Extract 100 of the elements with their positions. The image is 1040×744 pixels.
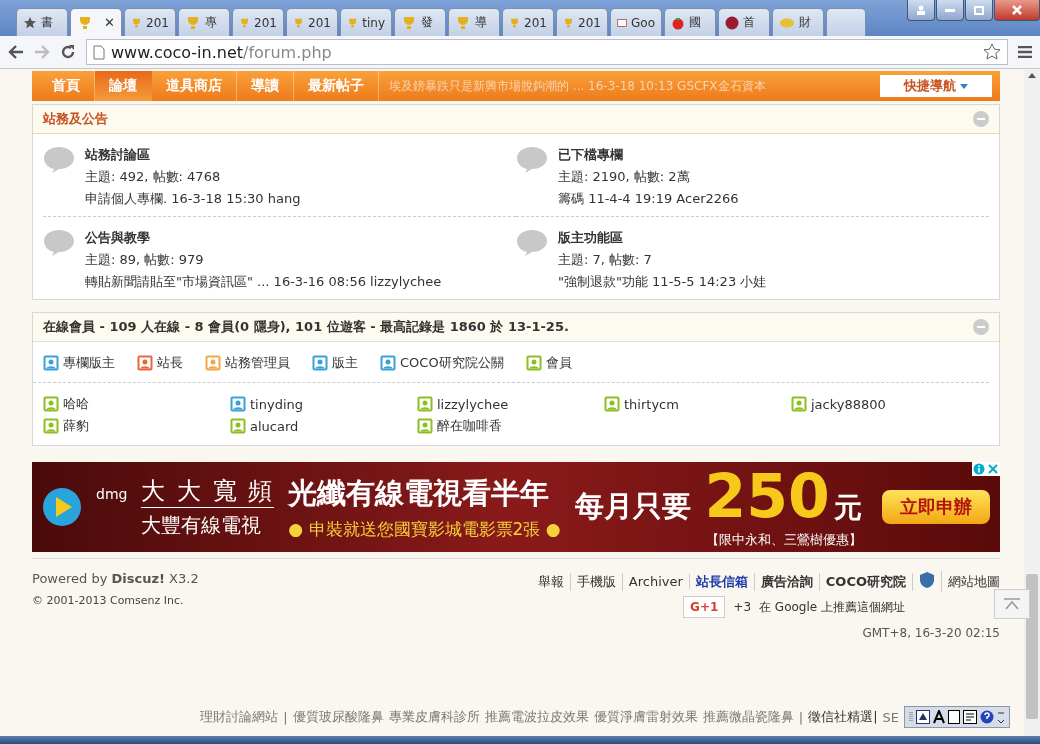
trophy-icon: [185, 15, 201, 30]
footer-link[interactable]: 專業皮膚科診所: [388, 708, 480, 726]
footer-link[interactable]: 手機版: [570, 572, 623, 591]
browser-tab[interactable]: 發: [394, 8, 446, 36]
ad-main-text: 光纖有線電視看半年: [288, 474, 550, 512]
footer-link[interactable]: COCO研究院: [819, 572, 913, 591]
plus-count: +3: [733, 600, 752, 614]
font-icon[interactable]: [933, 710, 945, 724]
back-icon[interactable]: [8, 45, 24, 59]
browser-tab[interactable]: 201: [502, 8, 554, 36]
reload-icon[interactable]: [60, 44, 76, 60]
scroll-up-icon[interactable]: [1028, 73, 1036, 78]
footer-link[interactable]: 站長信箱: [689, 572, 755, 591]
browser-tab[interactable]: 201: [556, 8, 608, 36]
footer-link[interactable]: 優質淨膚雷射效果: [593, 708, 698, 726]
browser-tab[interactable]: 國: [664, 8, 716, 36]
panel-title: 站務及公告: [43, 110, 108, 128]
member-link[interactable]: 醉在咖啡香: [417, 417, 604, 435]
legend-label: 版主: [332, 354, 358, 372]
legend-label: COCO研究院公關: [400, 354, 504, 372]
member-link[interactable]: 哈哈: [43, 395, 230, 413]
footer-link[interactable]: SE: [882, 709, 899, 725]
browser-tab[interactable]: Goo: [610, 8, 662, 36]
footer-link[interactable]: 網站地圖: [942, 572, 1000, 591]
footer-link[interactable]: 舉報: [531, 572, 571, 591]
separator: |: [798, 709, 804, 725]
trophy-icon: [77, 15, 93, 30]
close-icon[interactable]: [994, 0, 1040, 21]
half-width-icon[interactable]: [948, 710, 960, 724]
speech-bubble-icon: [43, 146, 75, 174]
footer-link[interactable]: 理財討論網站: [200, 708, 279, 726]
ime-mode-icon[interactable]: [916, 710, 930, 724]
close-icon[interactable]: ✕: [104, 15, 115, 30]
scrollbar[interactable]: [1024, 69, 1040, 736]
new-tab-button[interactable]: [826, 8, 866, 36]
ad-subtext: ● 申裝就送您國寶影城電影票2張 ●: [288, 517, 561, 541]
speech-bubble-icon: [516, 146, 548, 174]
last-post[interactable]: 轉貼新聞請貼至"市場資訊區" ... 16-3-16 08:56 lizzylychee: [85, 273, 442, 291]
circle-logo-icon: [725, 15, 739, 30]
ad-headline: 大 大 寬 頻: [141, 475, 275, 508]
browser-tab[interactable]: 201: [124, 8, 176, 36]
browser-tab[interactable]: 201: [232, 8, 284, 36]
up-arrow-icon: [1004, 598, 1020, 610]
member-link[interactable]: 薛豹: [43, 417, 230, 435]
star-icon[interactable]: [983, 43, 1001, 61]
help-icon[interactable]: [980, 710, 994, 724]
ad-unit: 元: [833, 489, 862, 526]
info-icon[interactable]: [973, 463, 985, 475]
quick-nav-button[interactable]: 快捷導航: [880, 75, 992, 97]
server-time: GMT+8, 16-3-20 02:15: [862, 626, 1000, 640]
address-field[interactable]: www.coco-in.net/forum.php: [86, 39, 1008, 65]
last-post[interactable]: 籌碼 11-4-4 19:19 Acer2266: [558, 190, 739, 208]
speech-bubble-icon: [43, 229, 75, 257]
grip-icon[interactable]: [909, 711, 913, 723]
legend-label: 站務管理員: [225, 354, 290, 372]
legend-label: 站長: [157, 354, 183, 372]
ad-cta-button[interactable]: 立即申辦: [882, 490, 990, 524]
member-link[interactable]: thirtycm: [604, 395, 791, 413]
footer-link[interactable]: 推薦電波拉皮效果: [484, 708, 589, 726]
star-icon: [23, 15, 37, 30]
browser-tab[interactable]: 201: [286, 8, 338, 36]
footer-link[interactable]: 廣告洽詢: [754, 572, 820, 591]
trophy-icon: [455, 15, 471, 30]
browser-tab[interactable]: 導: [448, 8, 500, 36]
last-post[interactable]: 申請個人專欄. 16-3-18 15:30 hang: [85, 190, 301, 208]
forum-name[interactable]: 已下檔專欄: [558, 146, 739, 164]
copyright-text: © 2001-2013 Comsenz Inc.: [32, 594, 185, 607]
member-link[interactable]: alucard: [230, 417, 417, 435]
keyboard-icon[interactable]: [963, 710, 977, 724]
member-link[interactable]: tinyding: [230, 395, 417, 413]
browser-tab[interactable]: 首: [718, 8, 770, 36]
forum-name[interactable]: 站務討論區: [85, 146, 301, 164]
powered-by-text: Powered by Discuz! X3.2: [32, 571, 199, 586]
options-icon[interactable]: [997, 710, 1005, 724]
maximize-icon[interactable]: [965, 0, 993, 21]
google-plus-button[interactable]: G+1: [683, 596, 726, 618]
member-link[interactable]: lizzylychee: [417, 395, 604, 413]
forum-name[interactable]: 公告與教學: [85, 229, 442, 247]
footer-link[interactable]: 優質玻尿酸隆鼻: [292, 708, 384, 726]
ad-note: 【限中永和、三鶯樹優惠】: [705, 530, 862, 549]
footer-link[interactable]: 推薦微晶瓷隆鼻: [702, 708, 794, 726]
minimize-icon[interactable]: [936, 0, 964, 21]
member-link[interactable]: jacky88800: [791, 395, 978, 413]
legend-label: 會員: [545, 354, 572, 372]
browser-tab[interactable]: tiny: [340, 8, 392, 36]
forum-name[interactable]: 版主功能區: [558, 229, 767, 247]
browser-tab[interactable]: 財: [772, 8, 824, 36]
last-post[interactable]: "強制退款"功能 11-5-5 14:23 小娃: [558, 273, 767, 291]
browser-tab[interactable]: 書: [16, 8, 68, 36]
footer-link[interactable]: 徵信社精選|: [808, 708, 878, 726]
ad-banner[interactable]: dmg 大 大 寬 頻 大豐有線電視 光纖有線電視看半年 ● 申裝就送您國寶影城電影票2張 ● 每月只要 250 元 【限中永和、三鶯樹優惠】 立即申辦: [32, 462, 1000, 552]
browser-tab[interactable]: 專: [178, 8, 230, 36]
shield-icon[interactable]: [919, 571, 935, 589]
scrollbar-thumb[interactable]: [1026, 574, 1038, 719]
footer-link[interactable]: Archiver: [622, 574, 690, 589]
page-icon: [93, 44, 105, 60]
menu-icon[interactable]: [1018, 46, 1032, 58]
browser-tab[interactable]: ✕: [70, 8, 122, 36]
speech-bubble-icon: [516, 229, 548, 257]
user-icon[interactable]: [907, 0, 935, 21]
